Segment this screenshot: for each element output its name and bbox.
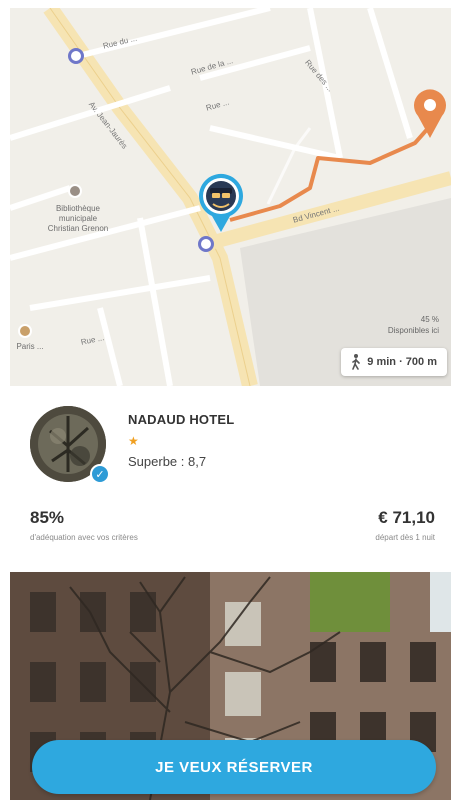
walking-person-icon: [352, 354, 361, 370]
poi-label: Paris ...: [16, 342, 44, 351]
metro-station-icon[interactable]: [68, 48, 84, 64]
map-info: 45 % Disponibles ici: [388, 314, 439, 336]
walk-time-badge[interactable]: 9 min · 700 m: [341, 348, 447, 376]
map-info-line: Disponibles ici: [387, 326, 439, 335]
hotel-card[interactable]: ✓ NADAUD HOTEL ★ Superbe : 8,7 85% d'adé…: [10, 386, 451, 572]
poi-icon[interactable]: [18, 324, 32, 338]
verified-check-icon: ✓: [90, 464, 110, 484]
user-location-pin-icon[interactable]: [196, 172, 246, 234]
metro-station-icon[interactable]: [198, 236, 214, 252]
hotel-price: € 71,10: [378, 508, 435, 527]
match-percent-caption: d'adéquation avec vos critères: [30, 533, 138, 542]
hotel-price-caption: départ dès 1 nuit: [375, 533, 435, 542]
match-percent: 85%: [30, 508, 65, 527]
map-view[interactable]: Rue du ... Av. Jean-Jaurès Rue de la ...…: [10, 8, 451, 386]
poi-label: Bibliothèque municipale Christian Grenon: [47, 204, 109, 233]
reserve-button[interactable]: JE VEUX RÉSERVER: [32, 740, 436, 794]
map-info-line: 45 %: [420, 315, 439, 324]
library-icon[interactable]: [68, 184, 82, 198]
hotel-rating: Superbe : 8,7: [128, 454, 207, 469]
hotel-stars: ★: [128, 434, 139, 448]
hotel-name[interactable]: NADAUD HOTEL: [128, 412, 234, 427]
destination-pin-icon[interactable]: [412, 88, 448, 140]
walk-time-text: 9 min · 700 m: [367, 356, 437, 368]
